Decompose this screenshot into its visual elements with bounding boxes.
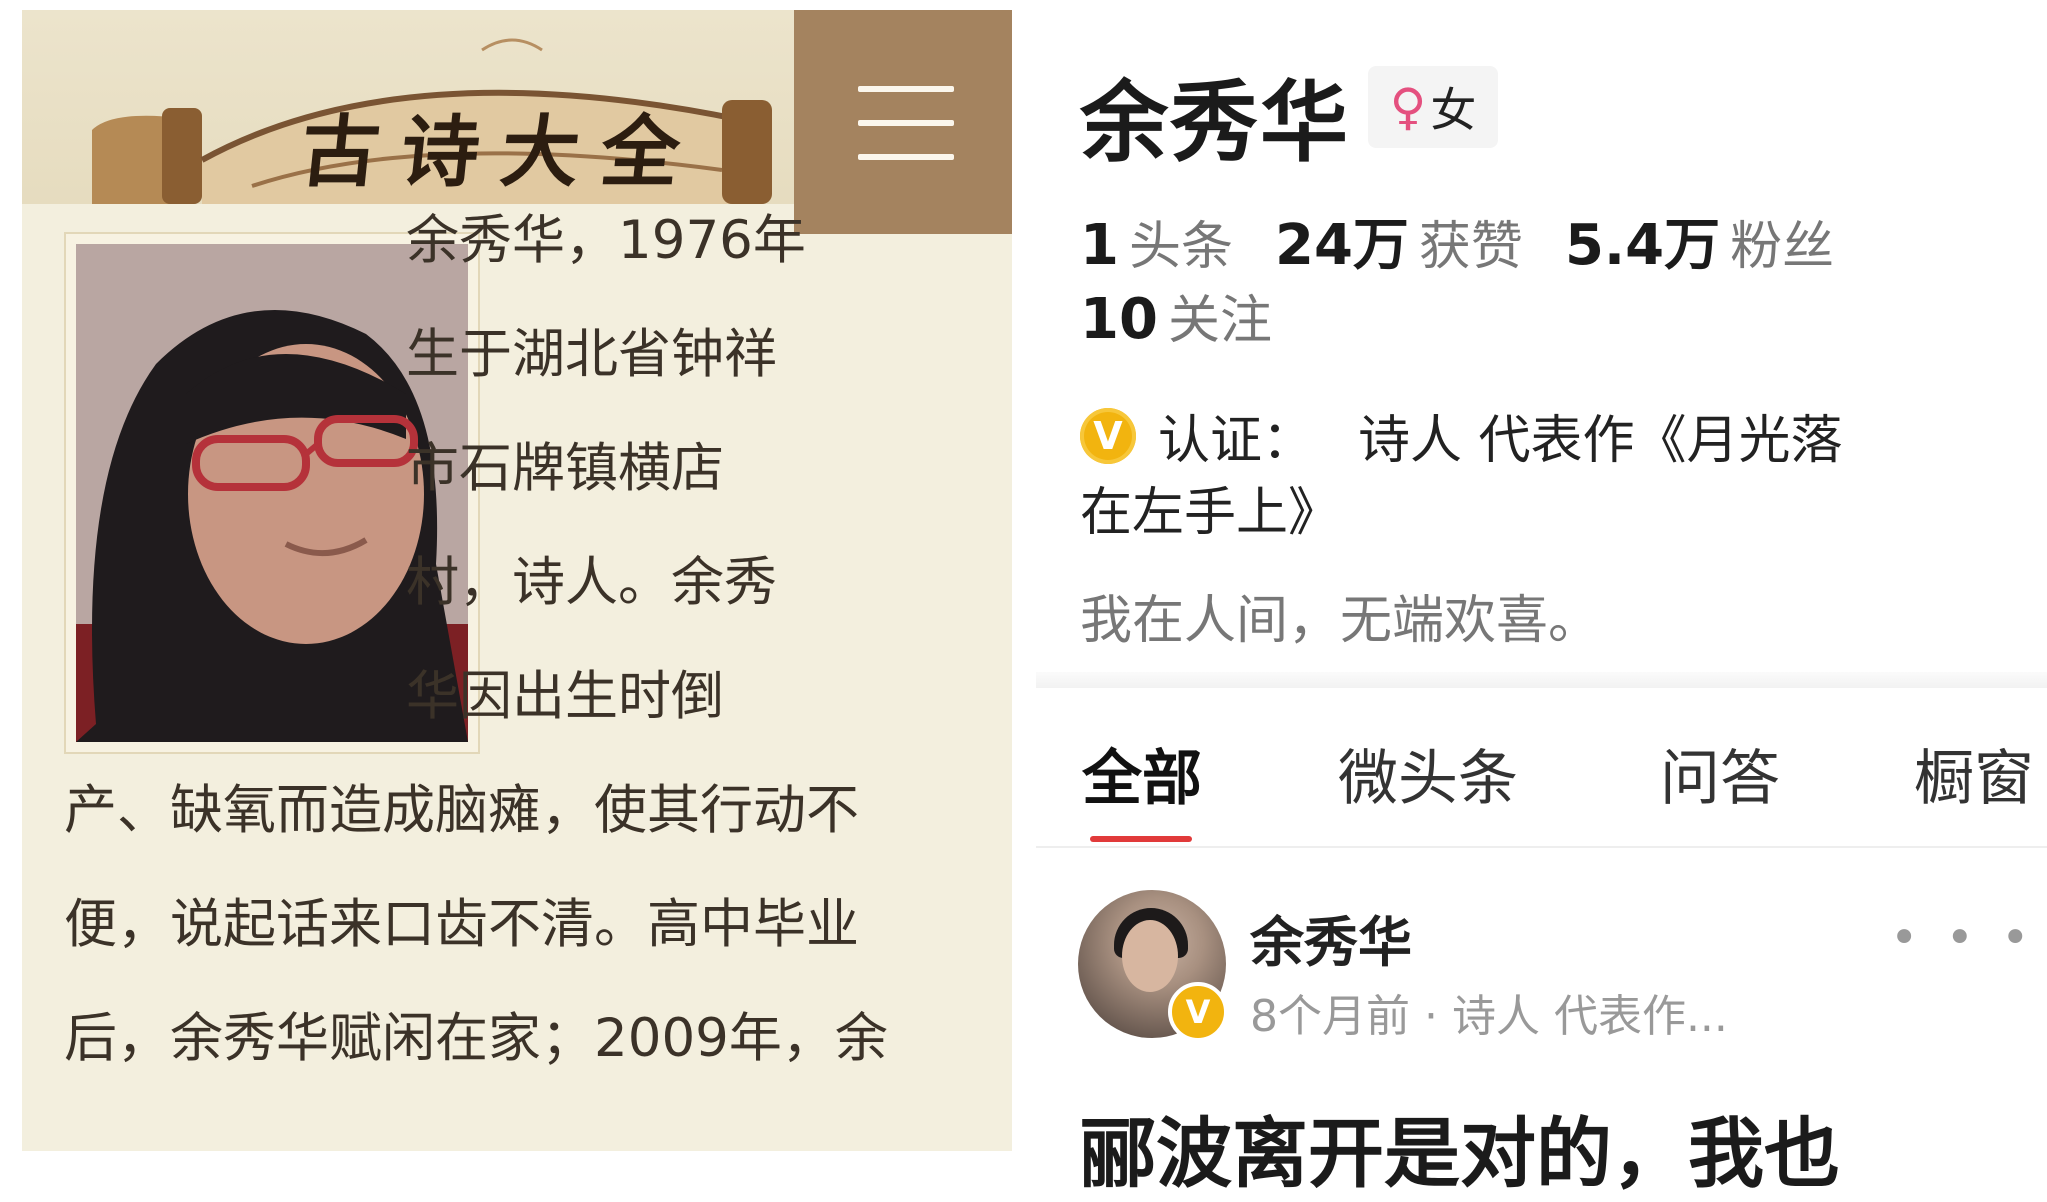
bio-line-5: 华因出生时倒 [406,666,724,727]
site-title: 古诗大全 [296,107,707,198]
verification-label: 认证： [1158,411,1315,471]
stat-followers-count[interactable]: 5.4万 [1565,200,1720,281]
post-headline[interactable]: 郦波离开是对的，我也 [1080,1092,1840,1202]
tab-showcase[interactable]: 橱窗 [1914,730,2034,817]
bio-line-3: 市石牌镇横店 [406,438,724,499]
bio-line-2: 生于湖北省钟祥 [406,324,777,385]
section-divider [1036,672,2047,688]
menu-button[interactable] [794,10,1012,234]
verification-line: V 认证： 诗人 代表作《月光落 [1080,398,1843,473]
stat-likes-label: 获赞 [1418,217,1523,277]
verified-badge-icon: V [1168,982,1228,1042]
bio-line-8: 后，余秀华赋闲在家；2009年，余 [64,1008,888,1069]
profile-tabs: 全部 微头条 问答 橱窗 [1076,730,2047,840]
stat-followers-label[interactable]: 粉丝 [1730,204,1834,279]
profile-stats: 1 头条 24万 获赞 5.4万 粉丝 [1080,200,1876,281]
following-stat[interactable]: 10 关注 [1080,278,1314,353]
site-banner: 古诗大全 [22,10,794,204]
female-symbol-icon: ♀ [1389,78,1427,136]
tab-qa[interactable]: 问答 [1660,730,1780,817]
ancient-poetry-page: 古诗大全 余秀华，1976年 生于湖北省钟祥 市石牌镇横店 村，诗人。余秀 华因… [22,10,1012,1151]
tab-all[interactable]: 全部 [1082,730,1202,817]
bio-line-7: 便，说起话来口齿不清。高中毕业 [64,894,859,955]
profile-signature: 我在人间，无端欢喜。 [1080,591,1601,651]
verification-text-continued: 在左手上》 [1080,483,1341,543]
verification-text: 诗人 代表作《月光落 [1358,411,1843,471]
gender-text: 女 [1430,83,1477,137]
stat-following-label[interactable]: 关注 [1168,278,1272,353]
tab-micro-posts[interactable]: 微头条 [1338,730,1518,817]
verified-v-icon: V [1080,407,1136,464]
stat-posts-label[interactable]: 头条 [1129,204,1233,279]
stat-posts-count[interactable]: 1 [1080,213,1119,278]
tabs-divider [1036,846,2047,848]
gender-badge: ♀ 女 [1368,66,1498,148]
stat-likes-count: 24万 [1274,213,1409,278]
bio-line-1: 余秀华，1976年 [406,210,806,271]
more-dots-icon[interactable]: • • • [1890,910,2035,966]
profile-name: 余秀华 [1080,71,1351,174]
stat-following-count[interactable]: 10 [1080,287,1158,352]
bio-line-4: 村，诗人。余秀 [406,552,777,613]
post-meta: 8个月前 · 诗人 代表作... [1250,991,1728,1042]
post-author-name[interactable]: 余秀华 [1250,898,1412,977]
active-tab-indicator [1090,836,1192,842]
bio-line-6: 产、缺氧而造成脑瘫，使其行动不 [64,780,859,841]
